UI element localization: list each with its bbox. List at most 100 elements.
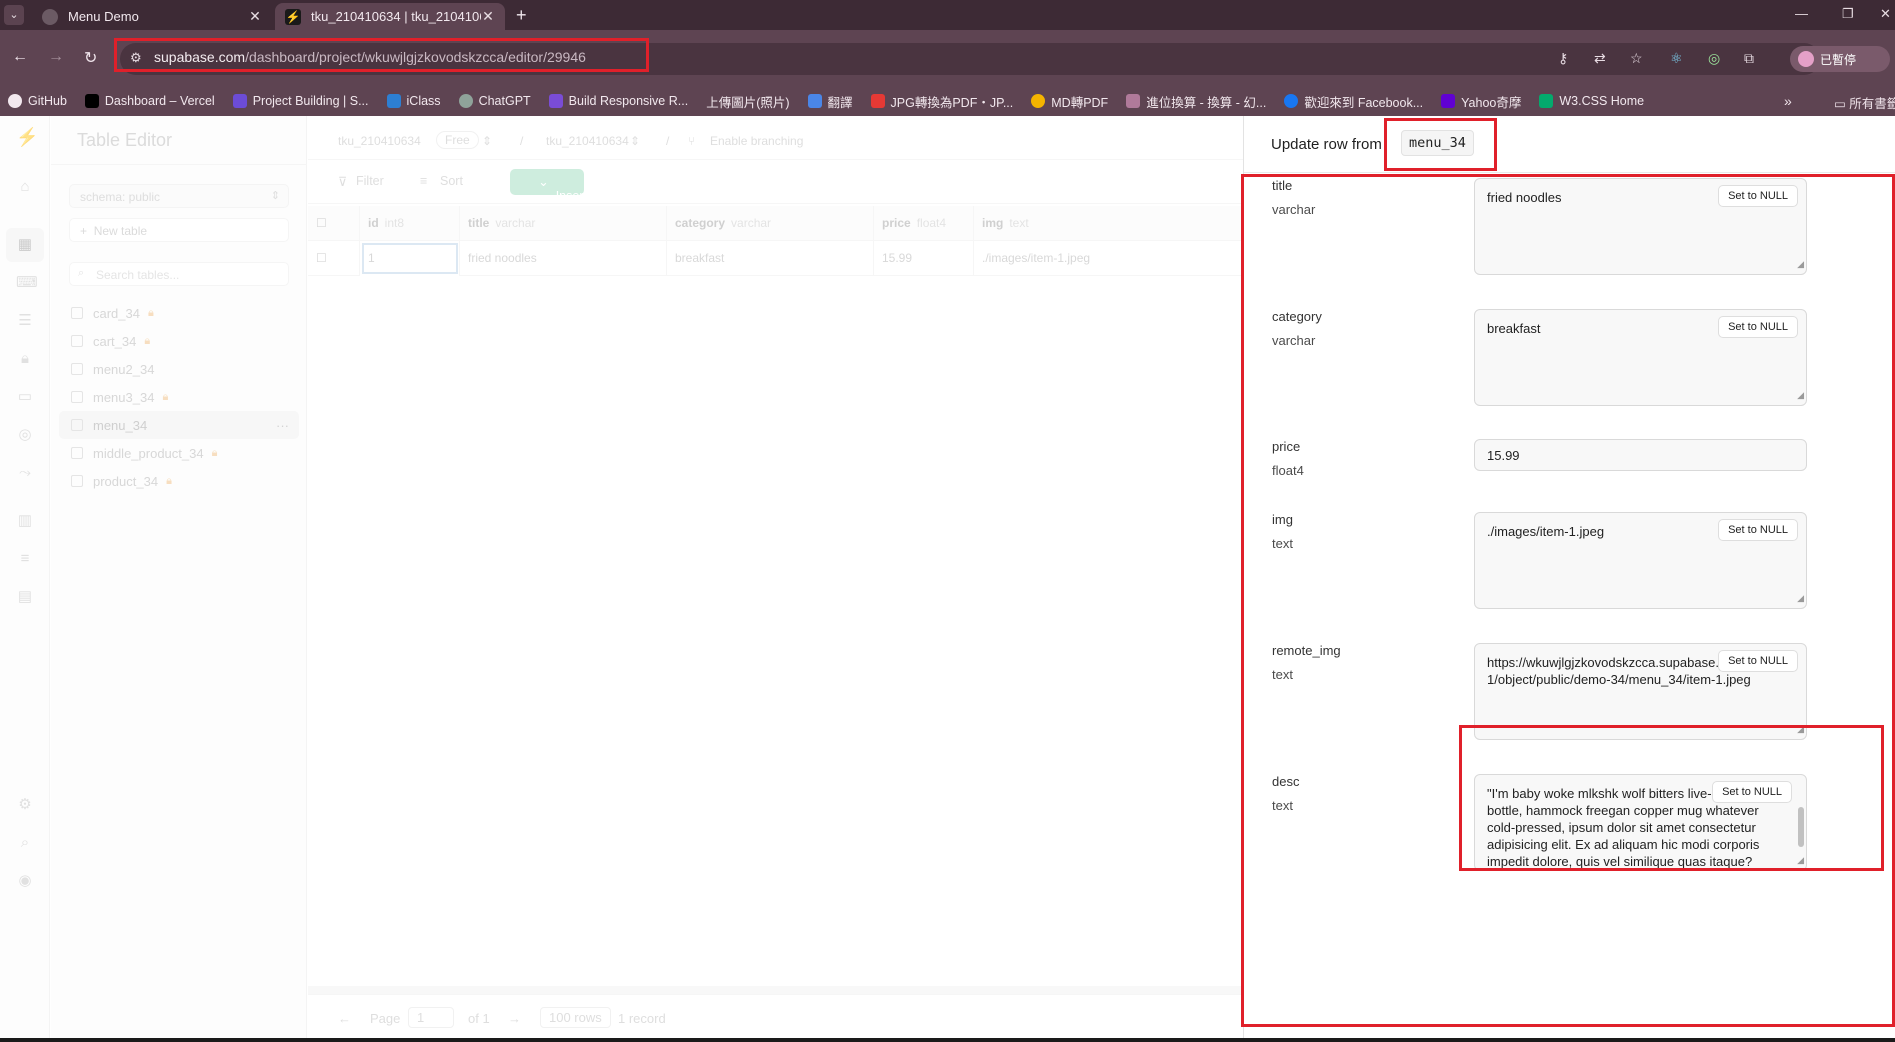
set-null-button[interactable]: Set to NULL: [1718, 316, 1798, 338]
tab-title: tku_210410634 | tku_21041063: [311, 9, 481, 24]
shield-icon: [548, 94, 563, 108]
field-type: text: [1272, 667, 1293, 682]
reload-icon[interactable]: ↻: [84, 48, 97, 68]
bookmark-md-to-pdf[interactable]: MD轉PDF: [1031, 92, 1108, 111]
set-null-button[interactable]: Set to NULL: [1718, 185, 1798, 207]
panel-title: Update row from: [1271, 136, 1382, 153]
desc-textarea[interactable]: "I'm baby woke mlkshk wolf bitters live-…: [1474, 774, 1807, 871]
os-taskbar: [0, 1038, 1895, 1042]
set-null-button[interactable]: Set to NULL: [1718, 519, 1798, 541]
tab-title: Menu Demo: [68, 9, 139, 24]
w3-icon: [1539, 94, 1554, 108]
bookmark-label: Build Responsive R...: [568, 94, 689, 108]
bookmark-label: Dashboard – Vercel: [104, 94, 215, 108]
close-tab-icon[interactable]: ✕: [248, 8, 262, 25]
bookmark-label: iClass: [406, 94, 441, 108]
field-type: varchar: [1272, 333, 1316, 348]
field-name: price: [1272, 439, 1301, 454]
bookmark-facebook[interactable]: 歡迎來到 Facebook...: [1284, 92, 1423, 111]
all-bookmarks-folder[interactable]: ▭ 所有書籤: [1834, 93, 1895, 112]
bookmark-translate[interactable]: 翻譯: [807, 92, 853, 111]
heart-icon: [870, 94, 885, 108]
set-null-button[interactable]: Set to NULL: [1718, 650, 1798, 672]
resize-grip-icon[interactable]: ◢: [1797, 256, 1804, 273]
extension-circle-icon[interactable]: ◎: [1708, 50, 1720, 67]
new-tab-plus-icon[interactable]: +: [516, 5, 527, 26]
divider: [1244, 172, 1895, 173]
field-name: desc: [1272, 774, 1300, 789]
more-bookmarks-chevron-icon[interactable]: »: [1784, 93, 1792, 109]
title-textarea[interactable]: fried noodles Set to NULL ◢: [1474, 178, 1807, 275]
set-null-button[interactable]: Set to NULL: [1712, 781, 1792, 803]
restore-window-icon[interactable]: ❐: [1842, 6, 1854, 22]
supabase-app: ⚡ ⌂ ▦ ⌨ ☰ 🔒︎ ▭ ◎ ⤳ ▥ ≡ ▤ ⚙ ⌕ ◉ Table Edi…: [0, 116, 1895, 1038]
back-arrow-icon[interactable]: ←: [12, 48, 28, 66]
close-tab-icon[interactable]: ✕: [481, 8, 495, 25]
bookmark-build-responsive[interactable]: Build Responsive R...: [548, 94, 689, 108]
field-value: 15.99: [1487, 448, 1520, 463]
field-name: title: [1272, 178, 1293, 193]
react-devtools-icon[interactable]: ⚛: [1670, 50, 1683, 67]
bookmark-upload-image[interactable]: 上傳圖片(照片): [706, 92, 789, 111]
bookmark-jpg-to-pdf[interactable]: JPG轉換為PDF・JP...: [870, 92, 1014, 111]
iclass-icon: [386, 94, 401, 108]
supabase-favicon-icon: ⚡: [285, 8, 301, 25]
bookmark-iclass[interactable]: iClass: [386, 94, 441, 108]
price-input[interactable]: 15.99: [1474, 439, 1807, 471]
github-icon: [8, 94, 22, 108]
url-host: supabase.com: [154, 49, 246, 65]
avatar-icon: [1126, 94, 1141, 108]
forward-arrow-icon[interactable]: →: [48, 48, 64, 66]
bookmark-project-building[interactable]: Project Building | S...: [232, 94, 369, 108]
bookmark-label: 上傳圖片(照片): [706, 95, 790, 110]
bookmark-label: MD轉PDF: [1051, 95, 1109, 110]
site-info-icon[interactable]: ⚙: [130, 50, 142, 66]
bookmark-w3css[interactable]: W3.CSS Home: [1539, 94, 1644, 108]
resize-grip-icon[interactable]: ◢: [1797, 721, 1804, 738]
browser-tab-menu-demo[interactable]: Menu Demo ✕: [32, 3, 272, 30]
url-path: /dashboard/project/wkuwjlgjzkovodskzcca/…: [245, 49, 586, 65]
chrome-icon: [1031, 94, 1046, 108]
field-type: varchar: [1272, 202, 1316, 217]
tab-search-chevron-icon[interactable]: ⌄: [4, 5, 24, 25]
bookmark-yahoo[interactable]: Yahoo奇摩: [1441, 92, 1521, 111]
category-textarea[interactable]: breakfast Set to NULL ◢: [1474, 309, 1807, 406]
field-type: float4: [1272, 463, 1304, 478]
globe-icon: [42, 8, 58, 25]
remote-img-textarea[interactable]: https://wkuwjlgjzkovodskzcca.supabase.co…: [1474, 643, 1807, 740]
bookmarks-bar: GitHub Dashboard – Vercel Project Buildi…: [0, 86, 1895, 116]
bookmark-chatgpt[interactable]: ChatGPT: [458, 94, 531, 108]
field-type: text: [1272, 798, 1293, 813]
chatgpt-icon: [458, 94, 473, 108]
translate-icon: [807, 94, 822, 108]
bookmark-label: 進位換算 - 換算 - 幻...: [1146, 95, 1267, 110]
profile-button[interactable]: 已暫停: [1790, 46, 1890, 72]
password-key-icon[interactable]: ⚷: [1558, 50, 1568, 67]
minimize-window-icon[interactable]: —: [1795, 6, 1808, 21]
resize-grip-icon[interactable]: ◢: [1797, 387, 1804, 404]
browser-tab-bar: ⌄ Menu Demo ✕ ⚡ tku_210410634 | tku_2104…: [0, 0, 1895, 30]
close-window-icon[interactable]: ✕: [1880, 6, 1891, 22]
bookmark-label: JPG轉換為PDF・JP...: [890, 95, 1014, 110]
vercel-icon: [84, 94, 99, 108]
scrollbar-thumb[interactable]: [1798, 807, 1804, 847]
field-name: category: [1272, 309, 1322, 324]
bookmark-label: ChatGPT: [478, 94, 531, 108]
extensions-puzzle-icon[interactable]: ⧉: [1744, 50, 1754, 67]
bookmark-label: W3.CSS Home: [1559, 94, 1645, 108]
bolt-icon: [232, 94, 247, 108]
resize-grip-icon[interactable]: ◢: [1797, 852, 1804, 869]
bookmark-vercel[interactable]: Dashboard – Vercel: [84, 94, 215, 108]
bookmark-github[interactable]: GitHub: [8, 94, 67, 108]
bookmark-base-convert[interactable]: 進位換算 - 換算 - 幻...: [1126, 92, 1266, 111]
modal-overlay[interactable]: [0, 116, 1243, 1038]
field-type: text: [1272, 536, 1293, 551]
url-text[interactable]: supabase.com/dashboard/project/wkuwjlgjz…: [154, 49, 586, 65]
bookmark-label: GitHub: [28, 94, 67, 108]
bookmark-star-icon[interactable]: ☆: [1630, 50, 1643, 67]
all-bookmarks-label: 所有書籤: [1849, 97, 1895, 111]
resize-grip-icon[interactable]: ◢: [1797, 590, 1804, 607]
browser-tab-supabase[interactable]: ⚡ tku_210410634 | tku_21041063 ✕: [275, 3, 505, 30]
img-textarea[interactable]: ./images/item-1.jpeg Set to NULL ◢: [1474, 512, 1807, 609]
translate-icon[interactable]: ⇄: [1594, 50, 1606, 67]
